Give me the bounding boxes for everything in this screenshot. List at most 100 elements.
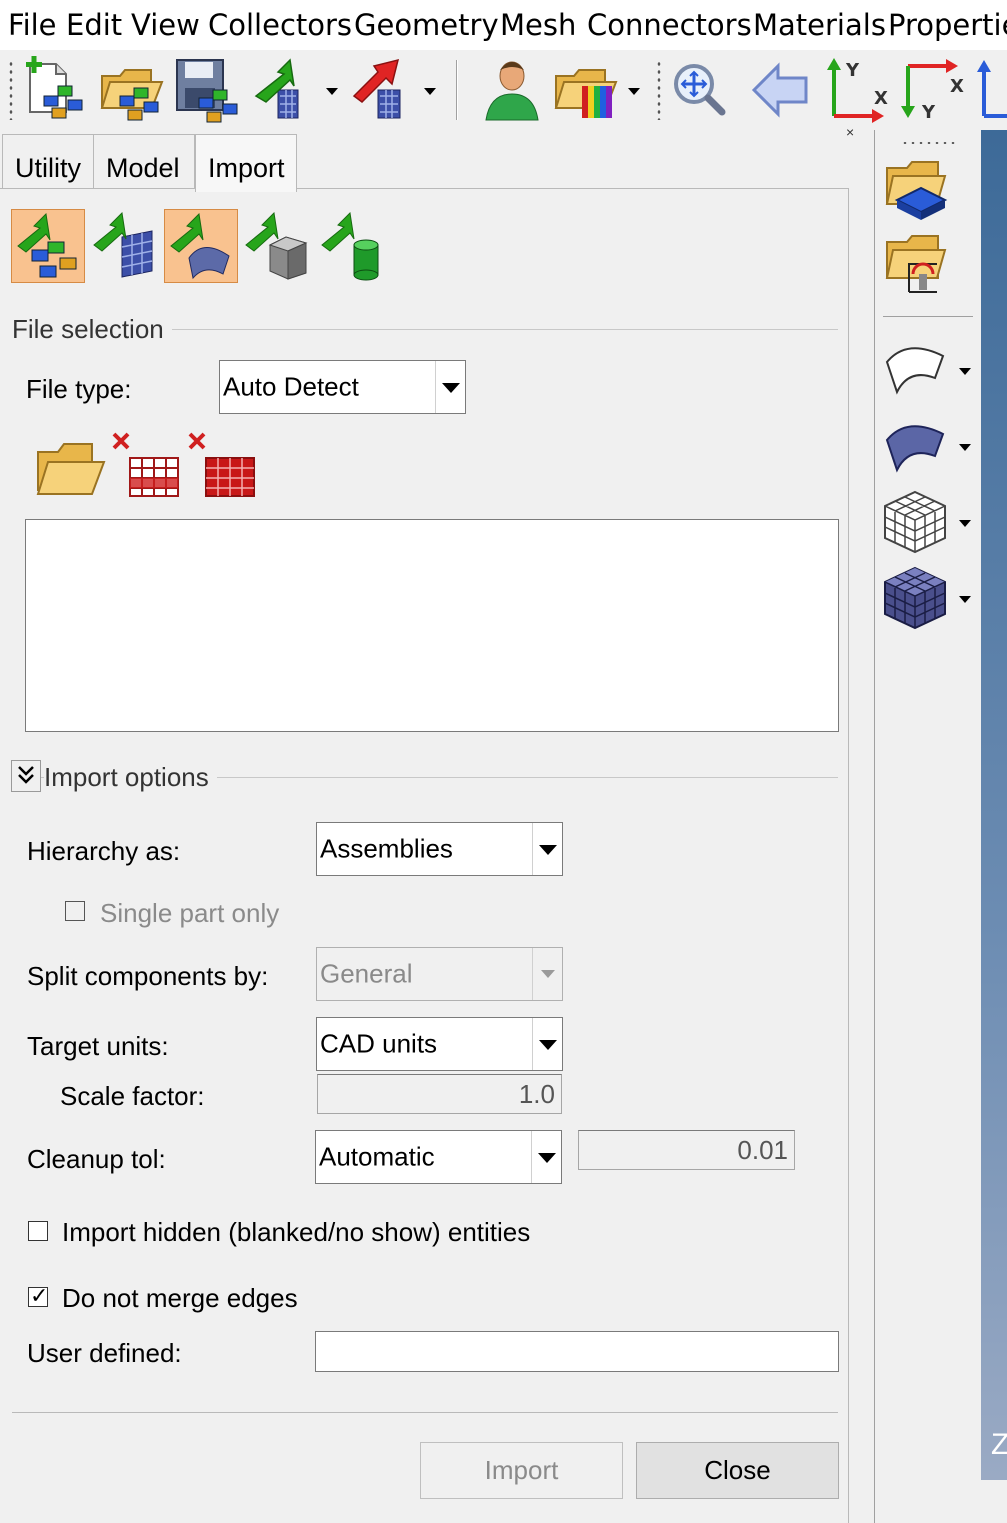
file-type-label: File type: bbox=[26, 374, 132, 404]
user-defined-label: User defined: bbox=[27, 1338, 182, 1368]
cleanup-tol-field[interactable]: 0.01 bbox=[578, 1130, 795, 1170]
mesh-solid-icon[interactable] bbox=[883, 566, 955, 632]
mesh-wireframe-dropdown-arrow[interactable] bbox=[959, 520, 971, 527]
import-solid-icon bbox=[245, 211, 308, 280]
browse-folder-icon[interactable] bbox=[34, 436, 106, 500]
zoom-icon[interactable] bbox=[668, 56, 732, 124]
tab-import[interactable]: Import bbox=[195, 134, 297, 192]
folder-load-icon[interactable] bbox=[883, 230, 955, 298]
axis-x-label: X bbox=[874, 88, 888, 109]
graphics-viewport[interactable] bbox=[981, 130, 1007, 1480]
right-toolbar-separator bbox=[883, 316, 973, 317]
menu-geometry[interactable]: Geometry bbox=[354, 8, 499, 42]
file-type-value: Auto Detect bbox=[223, 371, 359, 402]
import-geometry-icon bbox=[170, 212, 230, 280]
remove-all-files-icon[interactable] bbox=[186, 430, 258, 502]
no-merge-edges-checkbox[interactable]: ✓ bbox=[28, 1283, 48, 1308]
toolbar-separator bbox=[456, 60, 458, 120]
hierarchy-value: Assemblies bbox=[320, 833, 453, 864]
open-model-icon[interactable] bbox=[98, 56, 168, 124]
results-dropdown-arrow[interactable] bbox=[628, 88, 640, 95]
cleanup-tol-label: Cleanup tol: bbox=[27, 1144, 166, 1174]
axis-z-icon[interactable] bbox=[974, 56, 1007, 124]
checkmark-icon: ✓ bbox=[30, 1283, 49, 1308]
import-hidden-checkbox[interactable] bbox=[28, 1221, 48, 1241]
axis-y-x-icon[interactable]: Y X bbox=[822, 56, 892, 124]
import-options-collapse-button[interactable] bbox=[11, 760, 41, 792]
double-chevron-down-icon bbox=[18, 766, 34, 784]
back-icon[interactable] bbox=[748, 56, 812, 124]
import-dropdown-arrow[interactable] bbox=[326, 88, 338, 95]
import-icon[interactable] bbox=[250, 56, 320, 124]
main-toolbar: Y X X Y bbox=[0, 50, 1007, 130]
file-selection-label: File selection bbox=[12, 314, 172, 345]
mesh-solid-dropdown-arrow[interactable] bbox=[959, 596, 971, 603]
import-hidden-label: Import hidden (blanked/no show) entities bbox=[62, 1217, 531, 1247]
import-connector-icon bbox=[321, 211, 379, 281]
surface-solid-icon[interactable] bbox=[883, 416, 955, 476]
import-button[interactable]: Import bbox=[420, 1442, 623, 1499]
new-model-icon[interactable] bbox=[22, 56, 92, 124]
remove-file-icon[interactable] bbox=[110, 430, 182, 502]
import-model-button[interactable] bbox=[11, 209, 85, 283]
split-components-dropdown-arrow[interactable] bbox=[532, 948, 562, 1000]
close-button[interactable]: Close bbox=[636, 1442, 839, 1499]
cleanup-tol-dropdown-arrow[interactable] bbox=[531, 1131, 561, 1183]
surface-outline-dropdown-arrow[interactable] bbox=[959, 368, 971, 375]
viewport-axis-z-label: Z bbox=[991, 1428, 1007, 1461]
folder-component-icon[interactable] bbox=[883, 156, 955, 224]
import-fe-button[interactable] bbox=[88, 209, 162, 283]
surface-outline-icon[interactable] bbox=[883, 338, 955, 398]
hierarchy-dropdown-arrow[interactable] bbox=[532, 823, 562, 875]
tab-utility[interactable]: Utility bbox=[2, 134, 94, 188]
buttons-separator bbox=[12, 1412, 838, 1413]
menu-file[interactable]: File bbox=[8, 8, 57, 42]
menu-mesh[interactable]: Mesh bbox=[500, 8, 576, 42]
menu-edit[interactable]: Edit bbox=[66, 8, 122, 42]
axis-x-y-icon[interactable]: X Y bbox=[898, 56, 970, 124]
panel-close-icon[interactable]: × bbox=[846, 124, 854, 140]
toolbar-grip[interactable] bbox=[8, 60, 14, 120]
import-model-icon bbox=[17, 212, 77, 278]
file-type-select[interactable]: Auto Detect bbox=[219, 360, 466, 414]
file-type-dropdown-arrow[interactable] bbox=[435, 361, 465, 413]
menu-connectors[interactable]: Connectors bbox=[587, 8, 752, 42]
menu-bar: File Edit View Collectors Geometry Mesh … bbox=[0, 0, 1007, 50]
split-components-select[interactable]: General bbox=[316, 947, 563, 1001]
split-components-label: Split components by: bbox=[27, 961, 269, 991]
open-results-icon[interactable] bbox=[552, 56, 624, 124]
target-units-label: Target units: bbox=[27, 1031, 169, 1061]
menu-materials[interactable]: Materials bbox=[753, 8, 886, 42]
menu-collectors[interactable]: Collectors bbox=[208, 8, 352, 42]
menu-properties[interactable]: Propertie bbox=[888, 8, 1007, 42]
split-components-value: General bbox=[320, 958, 413, 989]
viewport-status-area bbox=[981, 1480, 1007, 1523]
import-solid-button[interactable] bbox=[240, 209, 314, 283]
scale-factor-field[interactable]: 1.0 bbox=[317, 1074, 562, 1114]
export-dropdown-arrow[interactable] bbox=[424, 88, 436, 95]
import-geometry-button[interactable] bbox=[164, 209, 238, 283]
single-part-label: Single part only bbox=[100, 898, 280, 928]
single-part-checkbox[interactable] bbox=[65, 901, 85, 921]
export-icon[interactable] bbox=[348, 56, 418, 124]
import-connector-button[interactable] bbox=[316, 209, 390, 283]
target-units-value: CAD units bbox=[320, 1028, 438, 1059]
menu-view[interactable]: View bbox=[131, 8, 200, 42]
cleanup-tol-select[interactable]: Automatic bbox=[315, 1130, 562, 1184]
target-units-dropdown-arrow[interactable] bbox=[532, 1018, 562, 1070]
right-toolbar-grip[interactable] bbox=[901, 140, 957, 146]
right-toolbar bbox=[874, 130, 980, 1523]
file-list[interactable] bbox=[25, 519, 839, 732]
save-model-icon[interactable] bbox=[173, 56, 243, 124]
user-defined-input[interactable] bbox=[315, 1331, 839, 1372]
user-profile-icon[interactable] bbox=[480, 56, 544, 124]
surface-solid-dropdown-arrow[interactable] bbox=[959, 444, 971, 451]
toolbar-grip-2[interactable] bbox=[656, 60, 662, 120]
mesh-wireframe-icon[interactable] bbox=[883, 490, 955, 556]
target-units-select[interactable]: CAD units bbox=[316, 1017, 563, 1071]
import-options-label: Import options bbox=[44, 762, 217, 793]
import-fe-icon bbox=[93, 211, 153, 278]
hierarchy-select[interactable]: Assemblies bbox=[316, 822, 563, 876]
scale-factor-label: Scale factor: bbox=[60, 1081, 205, 1111]
tab-model[interactable]: Model bbox=[93, 134, 195, 188]
